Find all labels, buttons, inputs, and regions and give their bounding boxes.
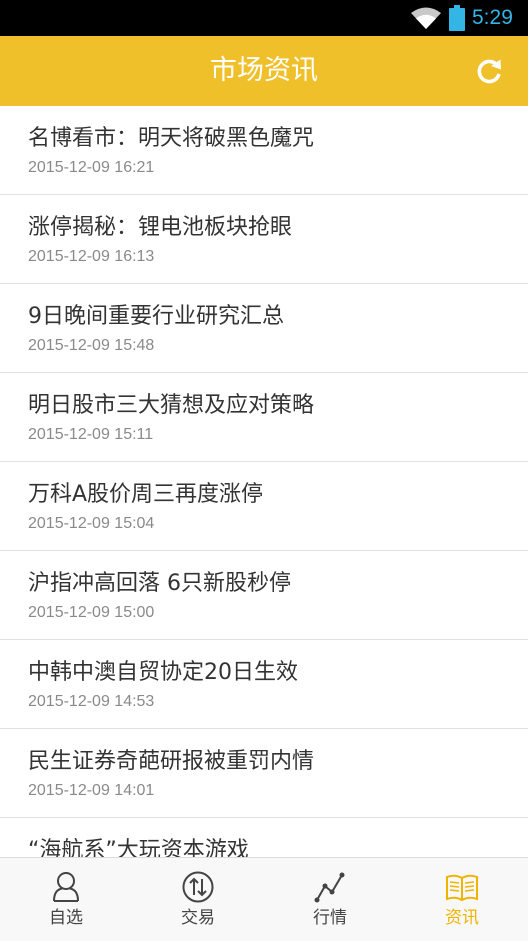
refresh-button[interactable] — [472, 55, 506, 89]
page-title: 市场资讯 — [210, 55, 318, 86]
news-date: 2015-12-09 15:48 — [28, 337, 155, 354]
news-item[interactable]: 民生证券奇葩研报被重罚内情 2015-12-09 14:01 — [0, 729, 528, 818]
refresh-icon — [477, 59, 501, 84]
news-date: 2015-12-09 16:13 — [28, 248, 155, 265]
status-time: 5:29 — [472, 6, 513, 29]
user-icon — [53, 872, 79, 902]
line-chart-icon — [314, 872, 345, 903]
nav-item-watchlist[interactable]: 自选 — [0, 858, 132, 941]
news-title: 涨停揭秘：锂电池板块抢眼 — [28, 215, 293, 240]
nav-item-news[interactable]: 资讯 — [396, 858, 528, 941]
app-bar: 市场资讯 — [0, 36, 528, 106]
news-title: 万科A股价周三再度涨停 — [28, 482, 264, 507]
nav-item-market[interactable]: 行情 — [264, 858, 396, 941]
news-item[interactable]: 中韩中澳自贸协定20日生效 2015-12-09 14:53 — [0, 640, 528, 729]
news-date: 2015-12-09 14:53 — [28, 693, 155, 710]
news-date: 2015-12-09 16:21 — [28, 159, 155, 176]
news-item[interactable]: 明日股市三大猜想及应对策略 2015-12-09 15:11 — [0, 373, 528, 462]
book-icon — [446, 874, 478, 902]
news-title: 沪指冲高回落 6只新股秒停 — [28, 571, 291, 596]
news-item[interactable]: 涨停揭秘：锂电池板块抢眼 2015-12-09 16:13 — [0, 195, 528, 284]
nav-label: 资讯 — [445, 908, 479, 928]
battery-icon — [449, 5, 465, 31]
news-date: 2015-12-09 15:04 — [28, 515, 155, 532]
bottom-nav: 自选 交易 行情 资讯 — [0, 857, 528, 941]
news-item[interactable]: 万科A股价周三再度涨停 2015-12-09 15:04 — [0, 462, 528, 551]
news-title: 中韩中澳自贸协定20日生效 — [28, 660, 298, 685]
news-title: 民生证券奇葩研报被重罚内情 — [28, 749, 315, 774]
nav-label: 自选 — [49, 908, 83, 928]
news-date: 2015-12-09 14:01 — [28, 782, 155, 799]
trade-arrows-icon — [182, 871, 214, 903]
nav-label: 行情 — [313, 908, 347, 928]
news-title: 9日晚间重要行业研究汇总 — [28, 304, 284, 329]
news-date: 2015-12-09 15:11 — [28, 426, 154, 443]
news-date: 2015-12-09 15:00 — [28, 604, 155, 621]
status-bar: 5:29 — [0, 0, 528, 36]
news-item[interactable]: “海航系”大玩资本游戏 — [0, 818, 528, 857]
wifi-icon — [411, 7, 441, 29]
news-item[interactable]: 名博看市：明天将破黑色魔咒 2015-12-09 16:21 — [0, 106, 528, 195]
news-list[interactable]: 名博看市：明天将破黑色魔咒 2015-12-09 16:21 涨停揭秘：锂电池板… — [0, 106, 528, 857]
news-title: 名博看市：明天将破黑色魔咒 — [28, 126, 315, 151]
news-item[interactable]: 9日晚间重要行业研究汇总 2015-12-09 15:48 — [0, 284, 528, 373]
nav-label: 交易 — [181, 908, 215, 928]
news-item[interactable]: 沪指冲高回落 6只新股秒停 2015-12-09 15:00 — [0, 551, 528, 640]
news-title: “海航系”大玩资本游戏 — [28, 838, 249, 857]
news-title: 明日股市三大猜想及应对策略 — [28, 393, 315, 418]
nav-item-trade[interactable]: 交易 — [132, 858, 264, 941]
